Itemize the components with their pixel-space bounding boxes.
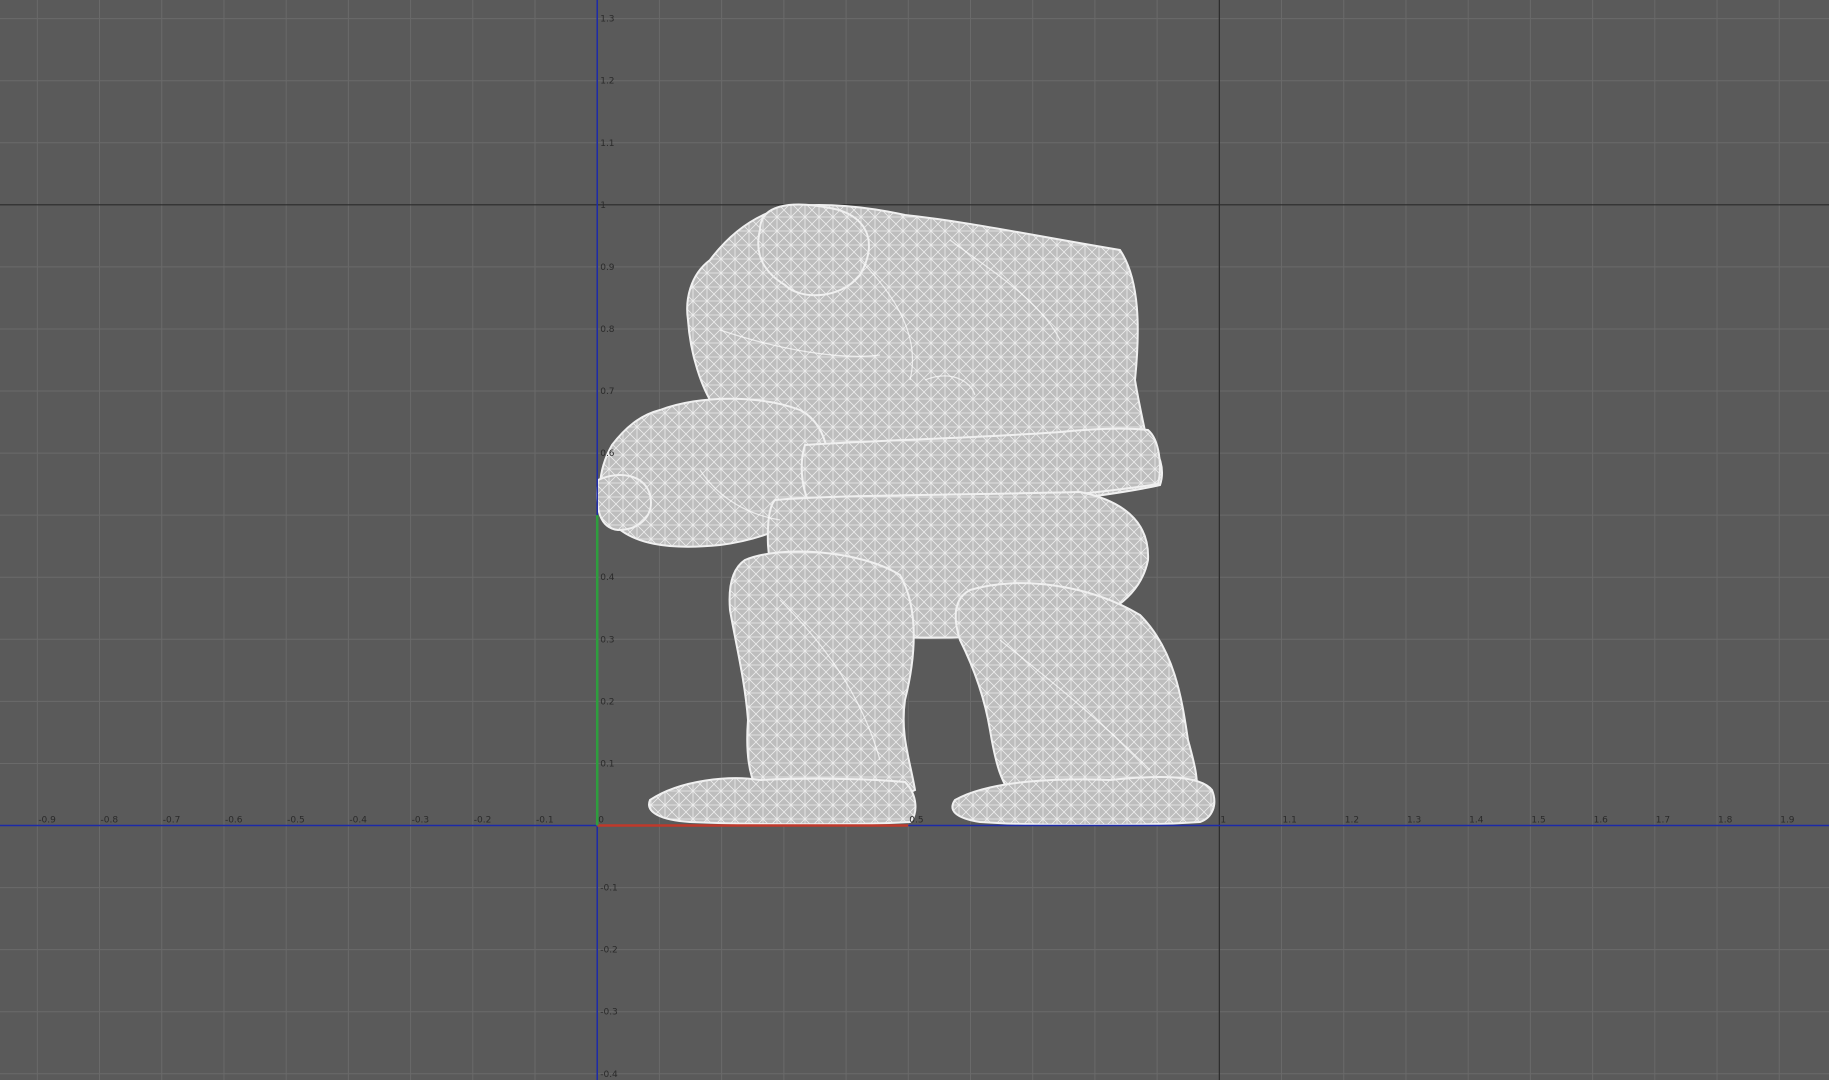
x-tick-label: -0.1 bbox=[536, 816, 554, 826]
model-leg-right bbox=[954, 582, 1198, 811]
x-tick-label: -0.3 bbox=[412, 816, 430, 826]
x-tick-label: -0.4 bbox=[349, 816, 367, 826]
y-tick-label: 0.1 bbox=[600, 759, 614, 769]
x-tick-label: -0.8 bbox=[101, 816, 119, 826]
x-tick-label: 1.5 bbox=[1531, 816, 1545, 826]
y-tick-label: 0.7 bbox=[600, 387, 614, 397]
y-tick-label: -0.2 bbox=[600, 946, 618, 956]
x-tick-label: 0.5 bbox=[909, 816, 923, 826]
y-tick-label: 0.9 bbox=[600, 263, 615, 273]
y-tick-label: -0.4 bbox=[600, 1070, 618, 1080]
y-tick-label: 0.8 bbox=[600, 325, 615, 335]
x-tick-label: -0.9 bbox=[38, 816, 56, 826]
x-tick-label: -0.6 bbox=[225, 816, 243, 826]
x-tick-label: 1.3 bbox=[1407, 816, 1421, 826]
y-tick-label: 0.3 bbox=[600, 635, 614, 645]
x-tick-label: -0.7 bbox=[163, 816, 181, 826]
y-tick-label: 0.2 bbox=[600, 697, 614, 707]
y-tick-label: 1 bbox=[600, 201, 606, 211]
x-tick-label: -0.5 bbox=[287, 816, 305, 826]
y-tick-label: -0.1 bbox=[600, 884, 618, 894]
x-tick-label: 0 bbox=[598, 816, 604, 826]
model-foot-left bbox=[648, 777, 917, 826]
x-tick-label: 1.8 bbox=[1718, 816, 1733, 826]
model-leg-left bbox=[728, 550, 917, 810]
model-fist bbox=[596, 474, 652, 532]
x-tick-label: -0.2 bbox=[474, 816, 492, 826]
3d-viewport[interactable]: -0.9 -0.8 -0.7 -0.6 -0.5 -0.4 -0.3 -0.2 -0.1 0 0.5… bbox=[0, 0, 1829, 1080]
x-tick-label: 1.2 bbox=[1345, 816, 1359, 826]
y-tick-label: 0.6 bbox=[600, 449, 615, 459]
x-tick-label: 1.6 bbox=[1594, 816, 1609, 826]
y-tick-label: 1.2 bbox=[600, 77, 614, 87]
x-tick-label: 1.1 bbox=[1283, 816, 1297, 826]
x-tick-label: 1.9 bbox=[1780, 816, 1795, 826]
y-tick-label: 1.3 bbox=[600, 15, 614, 25]
y-tick-label: 1.1 bbox=[600, 139, 614, 149]
wireframe-model[interactable] bbox=[596, 203, 1216, 826]
x-tick-label: 1.4 bbox=[1469, 816, 1484, 826]
x-tick-label: 1.7 bbox=[1656, 816, 1670, 826]
viewport-canvas[interactable]: -0.9 -0.8 -0.7 -0.6 -0.5 -0.4 -0.3 -0.2 -0.1 0 0.5… bbox=[0, 0, 1829, 1080]
model-foot-right bbox=[951, 776, 1216, 826]
y-tick-label: 0.4 bbox=[600, 573, 615, 583]
x-tick-label: 1 bbox=[1220, 816, 1226, 826]
y-tick-label: -0.3 bbox=[600, 1008, 618, 1018]
